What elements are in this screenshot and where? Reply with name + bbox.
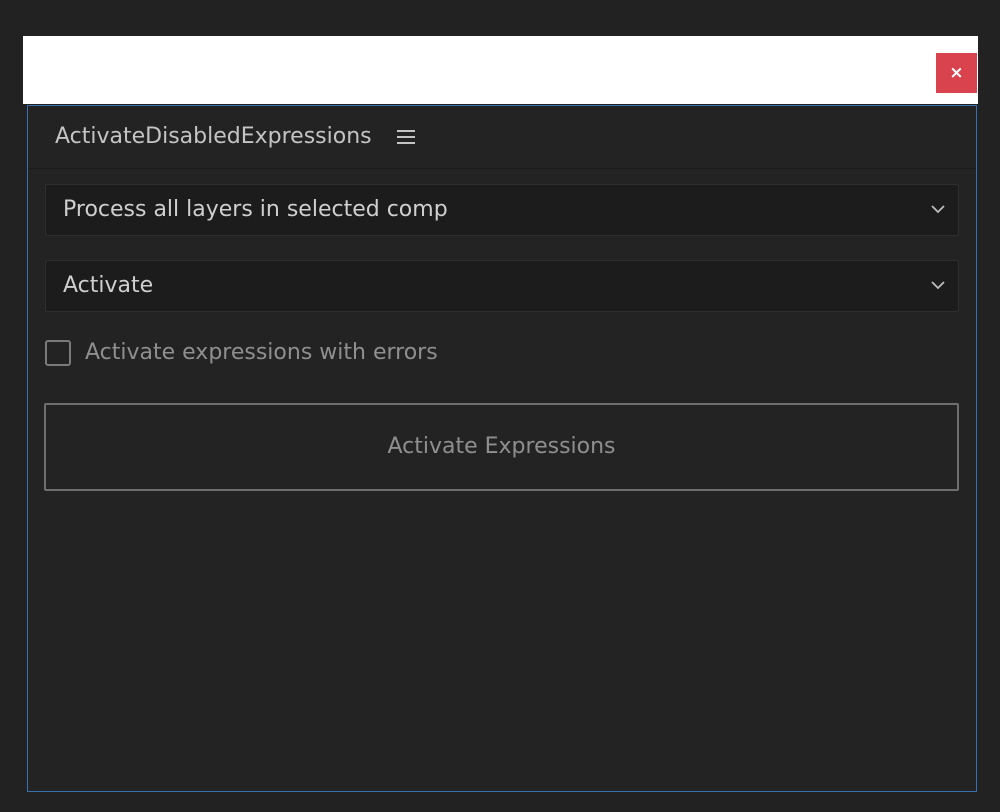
chevron-down-icon (931, 281, 945, 290)
errors-checkbox-label[interactable]: Activate expressions with errors (85, 339, 438, 367)
panel-title: ActivateDisabledExpressions (55, 124, 372, 149)
chevron-down-icon (931, 205, 945, 214)
mode-dropdown-value: Activate (63, 273, 154, 298)
close-button[interactable]: × (936, 53, 977, 93)
panel-header: ActivateDisabledExpressions (28, 106, 976, 169)
errors-checkbox[interactable] (45, 340, 71, 366)
errors-checkbox-row: Activate expressions with errors (45, 338, 545, 370)
scope-dropdown[interactable]: Process all layers in selected comp (45, 184, 959, 236)
activate-expressions-button[interactable]: Activate Expressions (44, 403, 959, 491)
mode-dropdown[interactable]: Activate (45, 260, 959, 312)
window-titlebar (23, 36, 978, 104)
hamburger-menu-icon[interactable] (397, 129, 415, 145)
script-panel: ActivateDisabledExpressions Process all … (27, 105, 977, 792)
scope-dropdown-value: Process all layers in selected comp (63, 197, 448, 222)
